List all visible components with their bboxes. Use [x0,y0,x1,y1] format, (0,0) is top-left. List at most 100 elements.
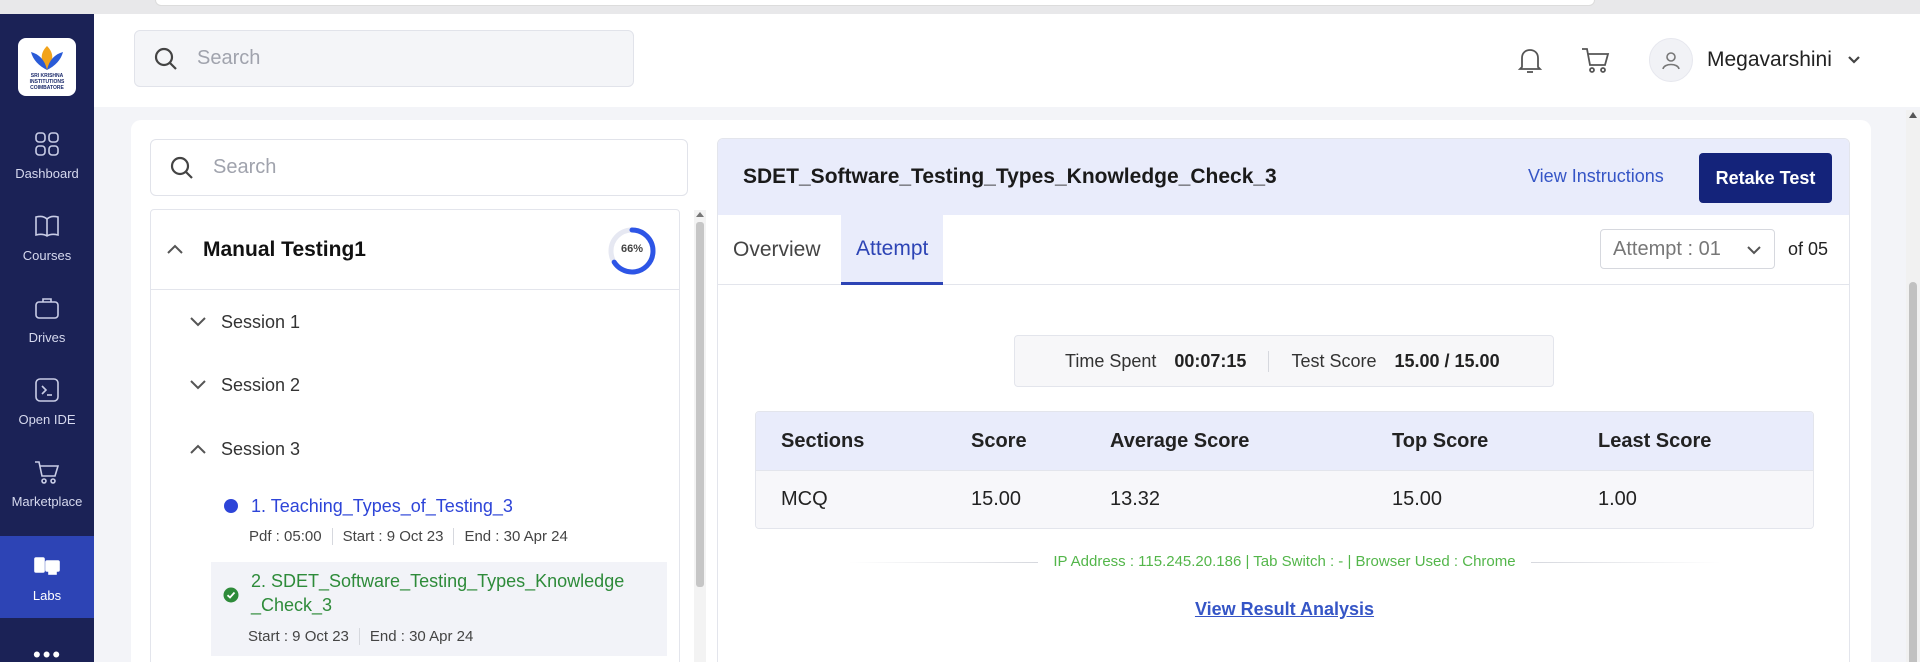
chevron-up-icon [190,444,206,454]
course-search-input[interactable] [213,156,613,179]
briefcase-icon [35,297,59,319]
lesson-title-1[interactable]: 1. Teaching_Types_of_Testing_3 [251,494,513,518]
logo-line-1: SRI KRISHNA [30,72,64,79]
table-cell: MCQ [781,488,828,510]
lesson-start-date: Start : 9 Oct 23 [343,528,455,545]
sidebar-item-label: Marketplace [11,493,83,509]
course-search[interactable] [150,139,688,196]
avatar [1649,38,1693,82]
check-circle-icon [223,587,239,603]
time-spent-value: 00:07:15 [1174,350,1247,371]
module-title: Manual Testing1 [203,238,366,261]
attempt-select-value: Attempt : 01 [1613,237,1721,260]
chevron-down-icon [1848,56,1860,64]
retake-test-button[interactable]: Retake Test [1699,153,1832,203]
table-header-row: Sections Score Average Score Top Score L… [756,412,1813,470]
chevron-down-icon [190,317,206,327]
time-spent-stat: Time Spent 00:07:15 [1015,351,1268,372]
progress-percent: 66% [620,243,644,255]
table-header: Average Score [1110,429,1250,452]
module-header[interactable]: Manual Testing1 66% [151,210,679,290]
session-label: Session 3 [221,438,301,459]
view-instructions-link[interactable]: View Instructions [1528,166,1664,187]
table-row: MCQ 15.00 13.32 15.00 1.00 [756,470,1813,528]
scroll-up-arrow[interactable] [696,212,704,217]
institution-logo[interactable]: SRI KRISHNA INSTITUTIONS COIMBATORE [18,38,76,96]
tab-attempt[interactable]: Attempt [841,215,944,285]
page-scrollbar[interactable] [1906,110,1920,662]
lesson-meta-2: Start : 9 Oct 23 End : 30 Apr 24 [248,628,493,645]
session-label: Session 2 [221,374,301,395]
chevron-down-icon [190,380,206,390]
test-score-stat: Test Score 15.00 / 15.00 [1268,350,1521,372]
global-search-input[interactable] [197,47,597,70]
session-row-3[interactable]: Session 3 [189,434,300,464]
lesson-start-date: Start : 9 Oct 23 [248,628,360,645]
sidebar-item-label: Dashboard [15,165,79,181]
grid-icon [35,131,59,156]
global-search[interactable] [134,30,634,87]
session-label: Session 1 [221,311,301,332]
chevron-down-icon [1747,246,1761,255]
more-options-icon[interactable]: ••• [33,644,62,662]
top-header: Megavarshini [94,14,1920,107]
cart-icon [1582,48,1610,73]
notifications-button[interactable] [1514,44,1546,76]
test-score-label: Test Score [1291,350,1377,371]
lesson-title-line-1: 2. SDET_Software_Testing_Types_Knowledge [251,571,625,591]
scrollbar-thumb[interactable] [696,222,704,587]
sidebar-item-label: Drives [28,329,66,345]
table-cell: 15.00 [971,488,1022,510]
sidebar-item-dashboard[interactable]: Dashboard [0,114,94,196]
attempt-total: of 05 [1788,239,1829,259]
test-details-panel: SDET_Software_Testing_Types_Knowledge_Ch… [717,138,1850,662]
scrollbar-thumb[interactable] [1909,282,1917,662]
sidebar-item-label: Labs [32,587,62,603]
sidebar-item-drives[interactable]: Drives [0,278,94,360]
progress-ring: 66% [606,225,658,277]
scroll-up-arrow[interactable] [1909,112,1917,118]
view-result-analysis-link[interactable]: View Result Analysis [718,599,1849,620]
bell-icon [1517,49,1543,73]
sidebar: SRI KRISHNA INSTITUTIONS COIMBATORE Dash… [0,14,94,662]
address-bar-edge [155,0,1595,6]
lesson-status-dot [224,499,238,513]
search-icon [170,156,193,179]
time-spent-label: Time Spent [1065,350,1157,371]
sidebar-item-labs[interactable]: Labs [0,536,94,618]
book-icon [35,215,59,237]
labs-icon [34,556,60,575]
score-table: Sections Score Average Score Top Score L… [755,411,1814,529]
sidebar-item-label: Courses [22,247,72,263]
tab-overview[interactable]: Overview [718,215,836,285]
sidebar-item-label: Open IDE [18,411,76,427]
lesson-duration: Pdf : 05:00 [249,528,333,545]
search-icon [154,47,177,70]
terminal-icon [35,377,59,402]
cart-icon [35,460,60,484]
test-header: SDET_Software_Testing_Types_Knowledge_Ch… [718,139,1849,215]
logo-line-2: INSTITUTIONS [29,78,65,85]
sidebar-item-open-ide[interactable]: Open IDE [0,360,94,442]
logo-text: SRI KRISHNA INSTITUTIONS COIMBATORE [30,73,65,91]
sidebar-item-marketplace[interactable]: Marketplace [0,442,94,524]
table-header: Sections [781,429,865,452]
lesson-meta-1: Pdf : 05:00 Start : 9 Oct 23 End : 30 Ap… [249,528,588,545]
table-cell: 1.00 [1598,488,1637,510]
table-header: Top Score [1392,429,1489,452]
logo-line-3: COIMBATORE [30,84,64,91]
ip-info: IP Address : 115.245.20.186 | Tab Switch… [718,553,1849,570]
attempt-select[interactable]: Attempt : 01 [1600,229,1775,269]
browser-chrome [0,0,1920,14]
table-cell: 13.32 [1110,488,1161,510]
user-icon [1662,52,1680,70]
chevron-up-icon[interactable] [165,242,185,256]
cart-button[interactable] [1580,44,1612,76]
session-row-2[interactable]: Session 2 [189,370,300,400]
sidebar-item-courses[interactable]: Courses [0,196,94,278]
test-title: SDET_Software_Testing_Types_Knowledge_Ch… [743,165,1277,188]
module-scrollbar[interactable] [694,210,706,662]
user-menu[interactable]: Megavarshini [1649,36,1862,84]
session-row-1[interactable]: Session 1 [189,307,300,337]
lesson-title-2[interactable]: 2. SDET_Software_Testing_Types_Knowledge… [251,569,624,617]
